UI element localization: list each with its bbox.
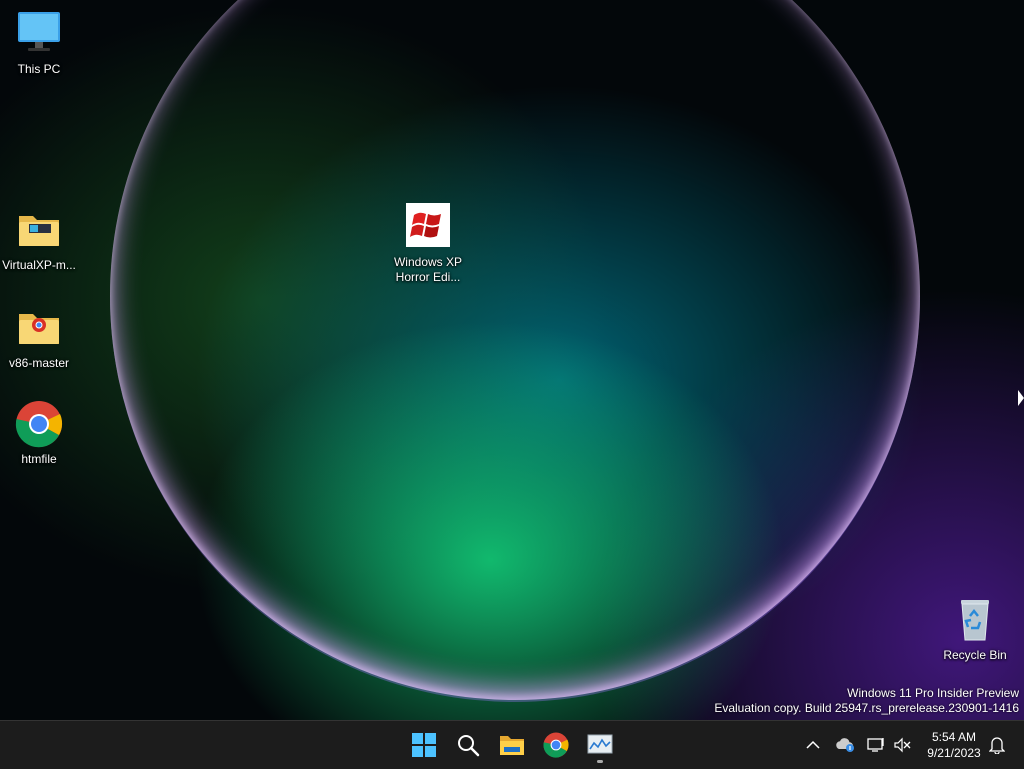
chevron-up-icon [806,740,820,749]
evaluation-watermark: Windows 11 Pro Insider Preview Evaluatio… [714,686,1019,716]
windows-xp-label-line2: Horror Edi... [395,270,461,284]
windows-xp-horror-desktop-icon[interactable]: Windows XP Horror Edi... [388,203,468,285]
watermark-line2: Evaluation copy. Build 25947.rs_prerelea… [714,701,1019,715]
volume-muted-icon [894,737,911,753]
virtualxp-folder-desktop-icon[interactable]: VirtualXP-m... [0,206,79,273]
network-tray-button[interactable] [865,721,887,769]
chrome-icon [543,732,569,758]
start-icon [412,733,436,757]
this-pc-label: This PC [17,62,61,76]
htmfile-desktop-icon[interactable]: htmfile [0,400,79,467]
desktop[interactable]: This PC VirtualXP-m... v86-master htmfil… [0,0,1024,720]
notifications-button[interactable] [986,721,1008,769]
onedrive-tray-button[interactable] [833,721,857,769]
clock[interactable]: 5:54 AM 9/21/2023 [918,729,990,761]
this-pc-desktop-icon[interactable]: This PC [0,10,79,77]
folder-icon [15,304,63,352]
recycle-bin-icon [951,596,999,644]
search-button[interactable] [448,725,488,765]
monitor-icon [15,10,63,58]
virtualxp-label: VirtualXP-m... [2,258,76,272]
recycle-bin-label: Recycle Bin [943,648,1007,662]
mouse-cursor [1018,390,1024,406]
wallpaper-orb [110,0,920,702]
chrome-taskbar-button[interactable] [536,725,576,765]
windows-xp-flag-icon [404,203,452,251]
clock-time: 5:54 AM [931,730,977,744]
task-manager-icon [587,734,613,754]
v86-master-folder-desktop-icon[interactable]: v86-master [0,304,79,371]
watermark-line1: Windows 11 Pro Insider Preview [847,686,1019,700]
file-explorer-icon [500,736,524,755]
network-icon [867,738,884,752]
file-explorer-button[interactable] [492,725,532,765]
notification-bell-icon [989,737,1005,754]
v86-master-label: v86-master [8,356,70,370]
volume-tray-button[interactable] [891,721,913,769]
chrome-icon [15,400,63,448]
start-button[interactable] [404,725,444,765]
folder-icon [15,206,63,254]
task-manager-button[interactable] [580,725,620,765]
htmfile-label: htmfile [21,452,57,466]
recycle-bin-desktop-icon[interactable]: Recycle Bin [935,596,1015,663]
onedrive-icon [836,738,854,752]
running-indicator [597,760,603,763]
clock-date: 9/21/2023 [927,746,981,760]
windows-xp-label-line1: Windows XP [393,255,463,269]
taskbar: 5:54 AM 9/21/2023 [0,720,1024,769]
show-hidden-icons-button[interactable] [801,721,825,769]
search-icon [458,735,480,757]
